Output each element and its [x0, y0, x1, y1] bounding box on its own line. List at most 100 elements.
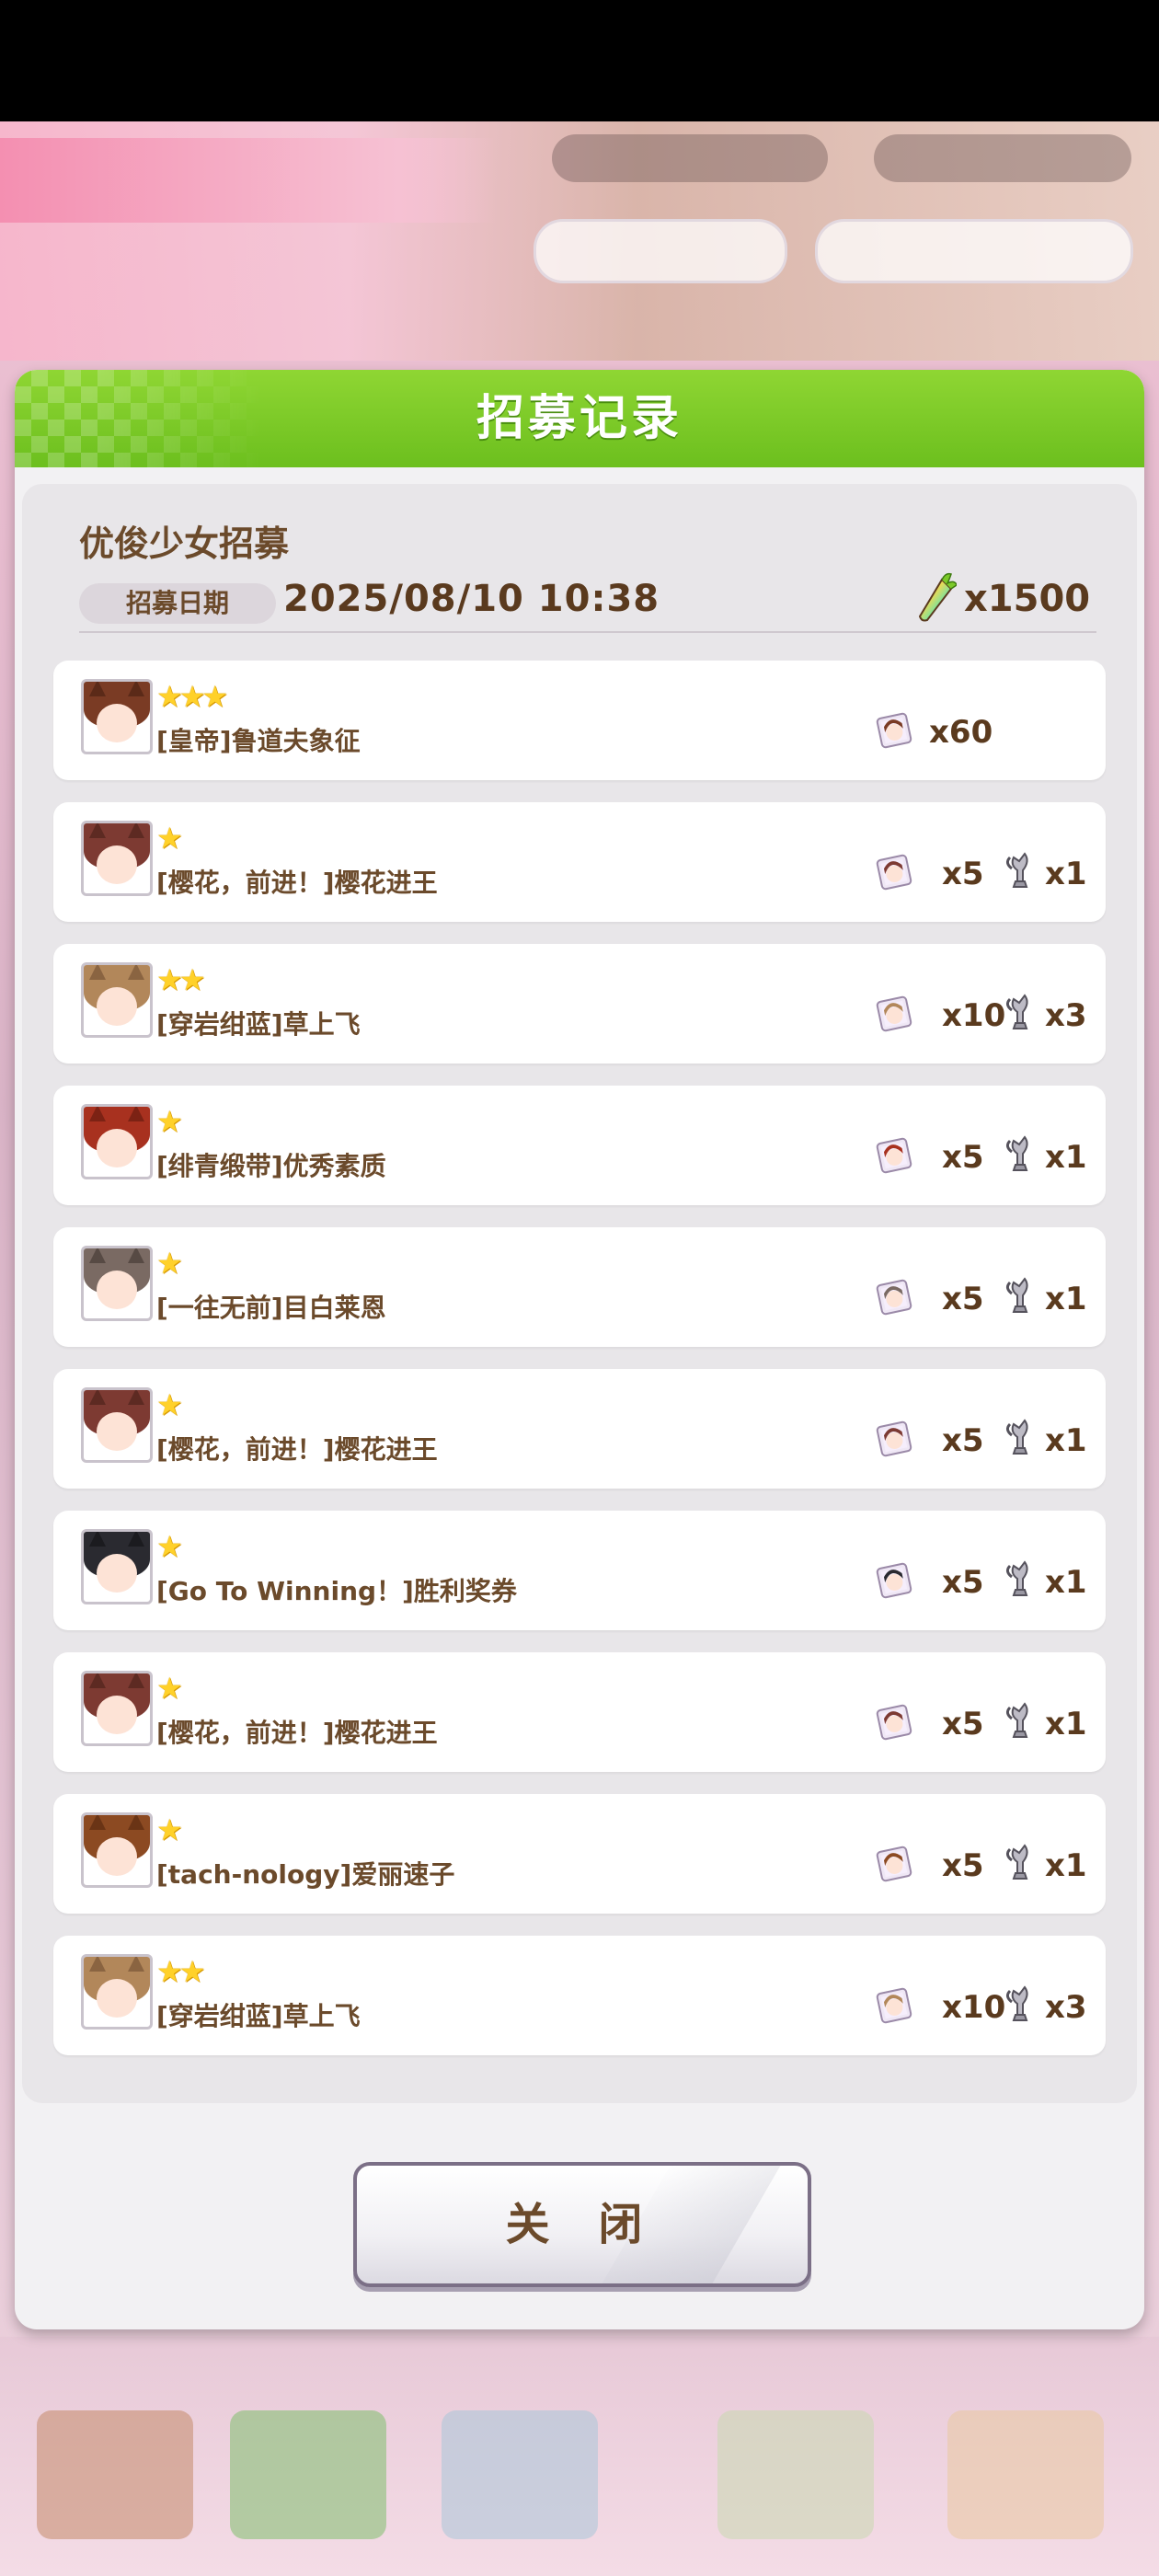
card-name: [穿岩绀蓝]草上飞 — [156, 1009, 361, 1040]
memorial-trophy-icon — [1001, 1133, 1038, 1176]
close-button[interactable]: 关 闭 — [353, 2162, 811, 2287]
avatar-ear — [89, 1532, 106, 1547]
character-avatar[interactable] — [81, 1671, 153, 1746]
character-avatar[interactable] — [81, 962, 153, 1038]
memorial-trophy-icon — [1001, 850, 1038, 892]
avatar-ear — [128, 823, 144, 838]
piece-count: x5 — [942, 1281, 984, 1317]
carat-icon — [918, 572, 957, 622]
memorial-trophy-icon — [1001, 1558, 1038, 1601]
piece-count: x10 — [942, 997, 1006, 1034]
rarity-stars: ★ — [156, 1671, 183, 1706]
avatar-face — [97, 1129, 137, 1167]
background-tile — [230, 2410, 386, 2539]
dialog-header: 招募记录 — [15, 370, 1144, 467]
avatar-face — [97, 1554, 137, 1593]
avatar-face — [97, 1979, 137, 2018]
memorial-trophy-icon — [1001, 1275, 1038, 1317]
gacha-name: 优俊少女招募 — [79, 523, 290, 564]
memorial-trophy-icon — [1001, 1417, 1038, 1459]
result-row: ★★ [穿岩绀蓝]草上飞 x10 x3 — [53, 1936, 1106, 2055]
date-value: 2025/08/10 10:38 — [283, 578, 660, 620]
character-piece-icon — [874, 1985, 914, 2026]
trophy-count: x3 — [1045, 997, 1087, 1034]
avatar-face — [97, 1837, 137, 1876]
piece-count: x5 — [942, 1139, 984, 1176]
card-name: [穿岩绀蓝]草上飞 — [156, 2001, 361, 2031]
result-row: ★ [Go To Winning！]胜利奖券 x5 x1 — [53, 1511, 1106, 1630]
piece-count: x5 — [942, 1422, 984, 1459]
card-name: [樱花，前进！]樱花进王 — [156, 1434, 438, 1465]
avatar-ear — [89, 1248, 106, 1263]
memorial-trophy-icon — [1001, 1984, 1038, 2026]
rarity-stars: ★ — [156, 1812, 183, 1847]
trophy-count: x1 — [1045, 1847, 1087, 1884]
background-tile — [442, 2410, 598, 2539]
recruit-history-dialog: 招募记录 优俊少女招募 招募日期 2025/08/10 10:38 x1500 … — [15, 370, 1144, 2329]
avatar-ear — [128, 1957, 144, 1972]
background-resource-bar — [874, 134, 1131, 182]
memorial-trophy-icon — [1001, 1842, 1038, 1884]
avatar-ear — [89, 1107, 106, 1121]
result-row: ★ [一往无前]目白莱恩 x5 x1 — [53, 1227, 1106, 1347]
memorial-trophy-icon — [1001, 992, 1038, 1034]
result-row: ★ [tach-nology]爱丽速子 x5 x1 — [53, 1794, 1106, 1914]
avatar-ear — [128, 965, 144, 980]
avatar-ear — [128, 1390, 144, 1405]
avatar-face — [97, 1696, 137, 1734]
character-avatar[interactable] — [81, 679, 153, 754]
trophy-count: x1 — [1045, 856, 1087, 892]
cost-value: x1500 — [964, 578, 1091, 620]
trophy-count: x1 — [1045, 1564, 1087, 1601]
avatar-ear — [89, 1815, 106, 1830]
character-piece-icon — [874, 1277, 914, 1317]
piece-count: x5 — [942, 856, 984, 892]
piece-count: x5 — [942, 1564, 984, 1601]
character-avatar[interactable] — [81, 1246, 153, 1321]
rarity-stars: ★ — [156, 821, 183, 856]
card-name: [皇帝]鲁道夫象征 — [156, 726, 361, 756]
dialog-title: 招募记录 — [476, 391, 683, 446]
avatar-face — [97, 1271, 137, 1309]
trophy-count: x1 — [1045, 1139, 1087, 1176]
rarity-stars: ★★ — [156, 1954, 205, 1989]
trophy-count: x3 — [1045, 1989, 1087, 2026]
avatar-ear — [89, 1673, 106, 1688]
trophy-count: x1 — [1045, 1706, 1087, 1742]
background-tile — [717, 2410, 874, 2539]
rarity-stars: ★ — [156, 1387, 183, 1422]
character-avatar[interactable] — [81, 1812, 153, 1888]
character-avatar[interactable] — [81, 1529, 153, 1604]
character-avatar[interactable] — [81, 1387, 153, 1463]
result-row: ★★★ [皇帝]鲁道夫象征 x60 — [53, 661, 1106, 780]
avatar-face — [97, 1412, 137, 1451]
character-avatar[interactable] — [81, 821, 153, 896]
background-tile — [37, 2410, 193, 2539]
card-name: [绯青缎带]优秀素质 — [156, 1151, 386, 1181]
divider — [79, 631, 1096, 633]
piece-count: x10 — [942, 1989, 1006, 2026]
result-row: ★ [樱花，前进！]樱花进王 x5 x1 — [53, 1652, 1106, 1772]
avatar-face — [97, 845, 137, 884]
character-avatar[interactable] — [81, 1104, 153, 1179]
character-piece-icon — [874, 852, 914, 892]
memorial-trophy-icon — [1001, 1700, 1038, 1742]
background-banner — [0, 138, 497, 223]
character-avatar[interactable] — [81, 1954, 153, 2030]
avatar-ear — [128, 1532, 144, 1547]
avatar-ear — [89, 1957, 106, 1972]
trophy-count: x1 — [1045, 1281, 1087, 1317]
piece-count: x5 — [942, 1847, 984, 1884]
rarity-stars: ★ — [156, 1246, 183, 1281]
result-row: ★ [樱花，前进！]樱花进王 x5 x1 — [53, 802, 1106, 922]
close-button-label: 关 闭 — [505, 2199, 660, 2250]
avatar-face — [97, 987, 137, 1026]
avatar-ear — [89, 1390, 106, 1405]
rarity-stars: ★ — [156, 1529, 183, 1564]
avatar-ear — [128, 1673, 144, 1688]
card-name: [樱花，前进！]樱花进王 — [156, 868, 438, 898]
background-resource-bar — [552, 134, 828, 182]
avatar-ear — [89, 823, 106, 838]
character-piece-icon — [874, 710, 914, 751]
background-button-right — [815, 219, 1133, 283]
